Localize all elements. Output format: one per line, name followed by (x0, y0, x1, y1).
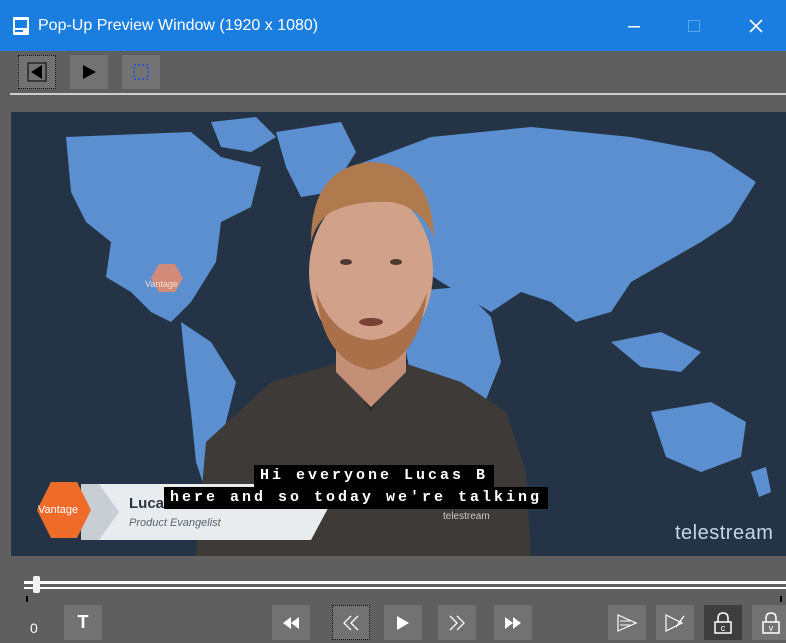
video-preview: Vantage Vantage Luca Product Evangelist … (11, 112, 786, 556)
lock-v-button[interactable]: v (752, 605, 786, 640)
toolbar-divider (10, 93, 786, 95)
minimize-button[interactable] (604, 0, 664, 51)
toolbar (0, 51, 786, 93)
step-forward-button[interactable] (438, 605, 476, 640)
lower-third-name: Luca (129, 495, 165, 512)
rewind-button[interactable] (272, 605, 310, 640)
maximize-icon (688, 19, 700, 32)
lock-v-label: v (768, 622, 774, 633)
play-icon (397, 615, 409, 630)
previous-button[interactable] (18, 55, 56, 89)
arrow-left-icon (27, 62, 47, 82)
window-title: Pop-Up Preview Window (1920 x 1080) (38, 17, 319, 34)
lower-third-role: Product Evangelist (129, 517, 221, 529)
vantage-logo-text: Vantage (38, 504, 79, 516)
dotted-square-icon (133, 64, 149, 80)
text-button[interactable]: T (64, 605, 102, 640)
next-button[interactable] (70, 55, 108, 89)
step-back-button[interactable] (332, 605, 370, 640)
caption-send-icon (617, 613, 638, 632)
timeline-track[interactable] (24, 581, 786, 584)
title-bar: Pop-Up Preview Window (1920 x 1080) (0, 0, 786, 51)
timeline-end-tick (780, 596, 782, 602)
step-back-icon (343, 615, 359, 630)
timeline-start-tick (26, 596, 28, 602)
fast-forward-button[interactable] (494, 605, 532, 640)
rewind-icon (283, 616, 299, 629)
step-forward-icon (449, 615, 465, 630)
maximize-button[interactable] (664, 0, 724, 51)
minimize-icon (628, 25, 640, 27)
close-icon (749, 18, 763, 33)
caption-edit-button[interactable] (656, 605, 694, 640)
preview-icon (13, 17, 29, 35)
caption-line-2: here and so today we're talking (164, 487, 549, 509)
shirt-logo: telestream (443, 511, 490, 522)
select-region-button[interactable] (122, 55, 160, 89)
telestream-watermark: telestream (675, 522, 774, 544)
caption-edit-icon (665, 613, 685, 632)
timeline-track-lower (24, 587, 786, 589)
lock-c-button[interactable]: c (704, 605, 742, 640)
lock-c-label: c (720, 622, 726, 633)
caption-line-1: Hi everyone Lucas B (254, 465, 495, 487)
close-button[interactable] (726, 0, 786, 51)
play-button[interactable] (384, 605, 422, 640)
fast-forward-icon (505, 616, 521, 629)
arrow-right-icon (83, 65, 96, 79)
timeline-scrubber[interactable] (33, 576, 40, 593)
map-vantage-label: Vantage (145, 279, 178, 289)
caption-send-button[interactable] (608, 605, 646, 640)
frame-number: 0 (30, 620, 38, 636)
